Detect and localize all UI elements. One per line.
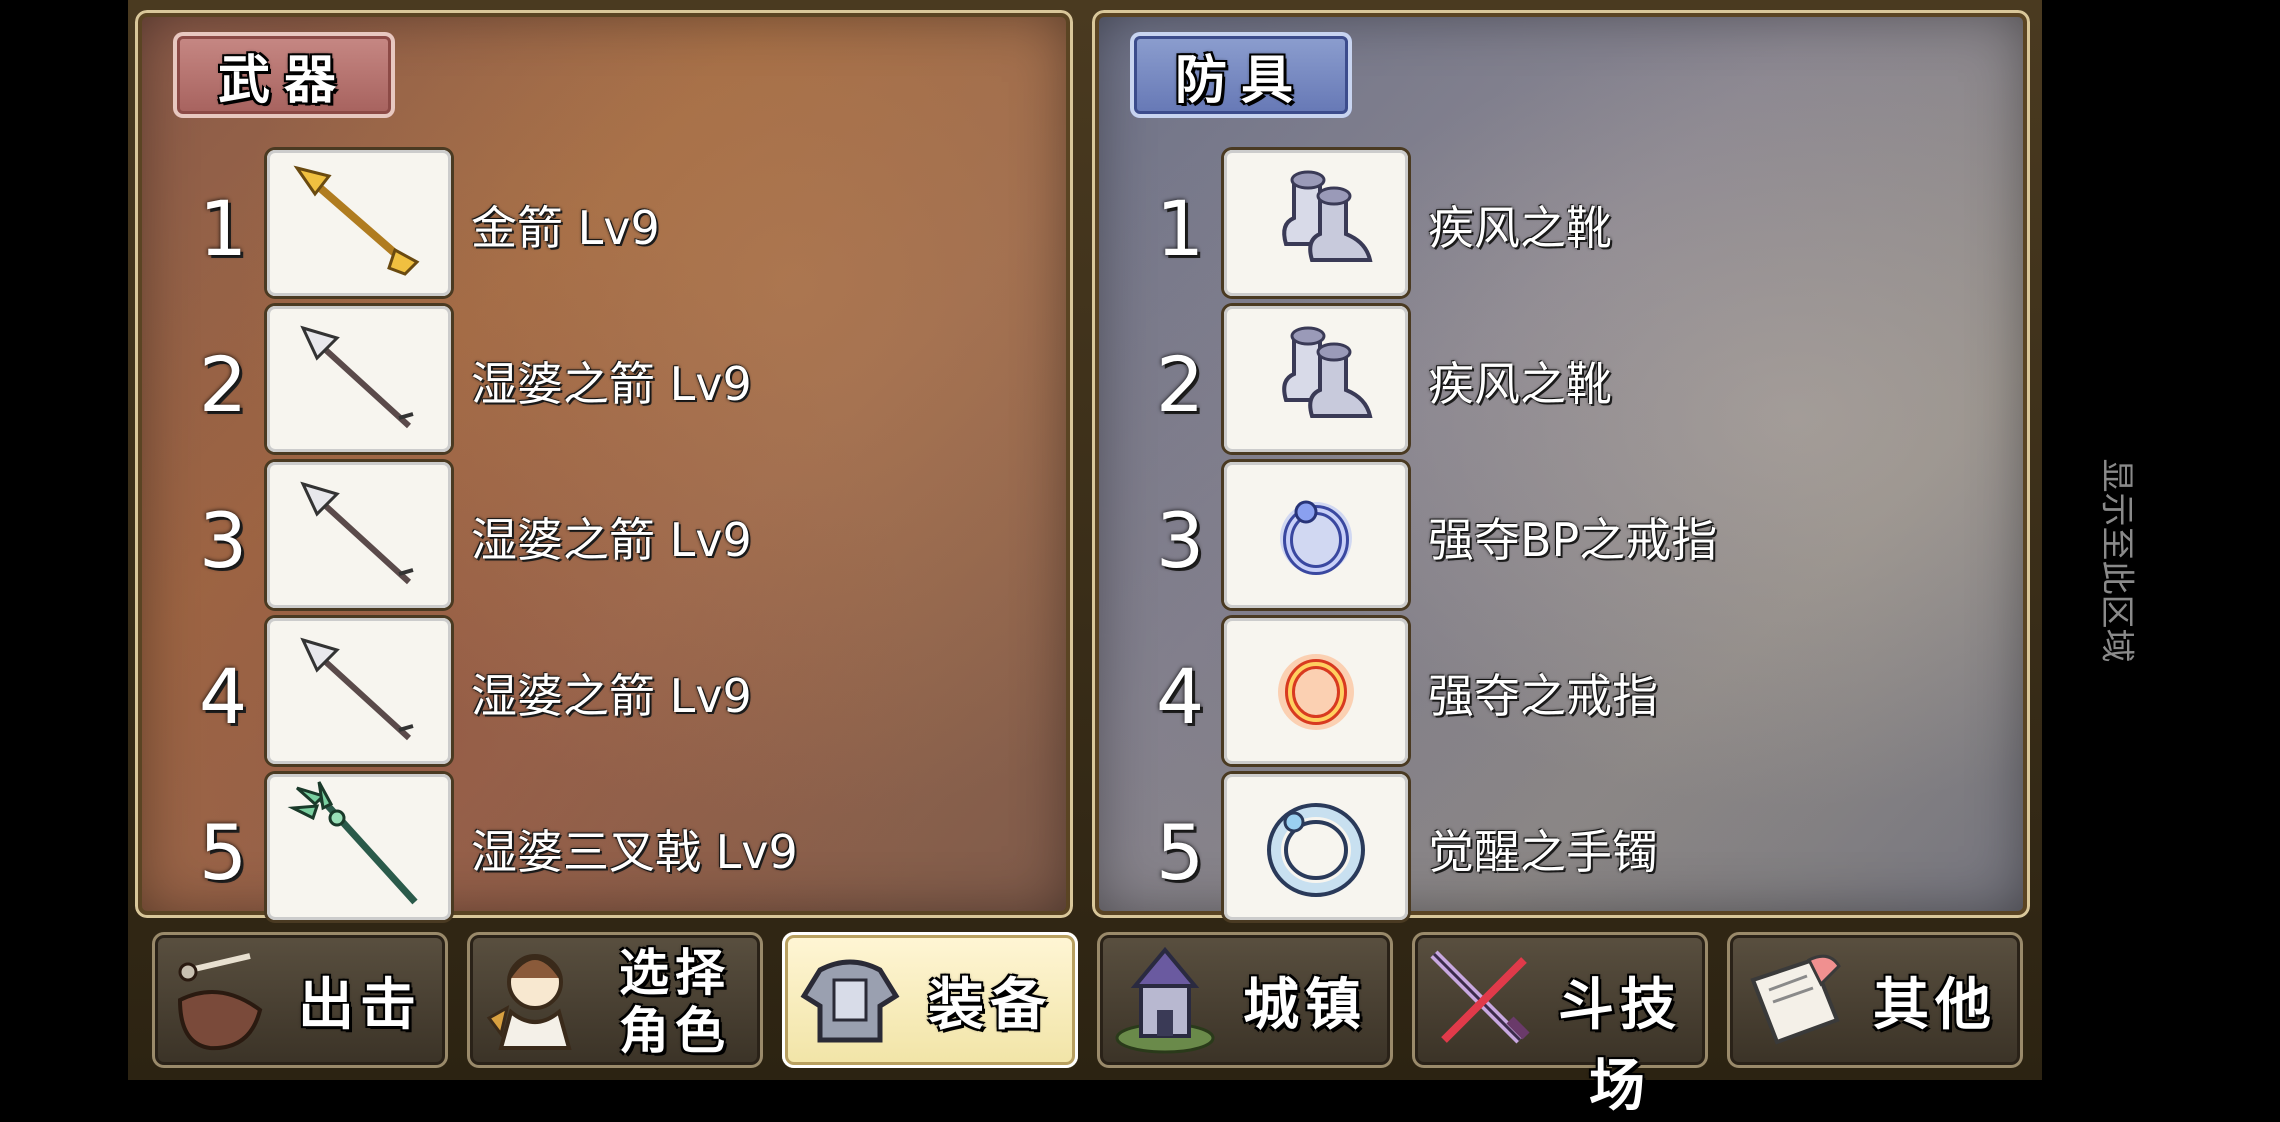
character-icon (486, 954, 572, 1050)
armor-panel: 防具 1 疾风之靴 2 疾风之靴 3 强夺BP之戒指 4 强夺之戒指 5 觉醒之… (1092, 10, 2030, 920)
weapon-row[interactable]: 5 湿婆三叉戟 Lv9 (135, 774, 1073, 924)
arrow-icon (300, 325, 414, 429)
town-label: 城镇 (1243, 973, 1367, 1038)
crossed-swords-icon (1430, 950, 1530, 1044)
armor-slot[interactable] (1224, 774, 1408, 920)
weapon-slot[interactable] (267, 618, 451, 764)
slot-number: 3 (1155, 496, 1205, 585)
weapon-row[interactable]: 2 湿婆之箭 Lv9 (135, 306, 1073, 456)
weapon-row[interactable]: 3 湿婆之箭 Lv9 (135, 462, 1073, 612)
scroll-icon (1750, 954, 1841, 1045)
bracelet-icon (1267, 803, 1365, 897)
armor-name: 觉醒之手镯 (1428, 825, 1658, 879)
slot-number: 4 (198, 652, 248, 741)
sortie-label: 出击 (298, 973, 422, 1038)
armor-icon (800, 959, 900, 1043)
equipment-label: 装备 (928, 973, 1052, 1038)
equipment-button[interactable]: 装备 (782, 932, 1078, 1068)
castle-icon (1115, 946, 1215, 1054)
other-label: 其他 (1873, 973, 1997, 1038)
slot-number: 4 (1155, 652, 1205, 741)
weapon-row[interactable]: 1 金箭 Lv9 (135, 150, 1073, 300)
weapon-name: 湿婆三叉戟 Lv9 (471, 825, 798, 879)
display-area-hint: 显示至此区域 (2096, 410, 2142, 710)
slot-number: 1 (1155, 184, 1205, 273)
bag-icon (177, 953, 263, 1051)
slot-number: 2 (1155, 340, 1205, 429)
armor-slot[interactable] (1224, 462, 1408, 608)
weapon-slot[interactable] (267, 462, 451, 608)
weapons-panel: 武器 1 金箭 Lv9 2 湿婆之箭 Lv9 3 湿婆之箭 Lv9 4 湿婆之箭… (135, 10, 1073, 920)
sortie-button[interactable]: 出击 (152, 932, 448, 1068)
armor-name: 疾风之靴 (1428, 201, 1612, 255)
slot-number: 3 (198, 496, 248, 585)
trident-icon (287, 781, 418, 905)
select-character-button[interactable]: 选择 角色 (467, 932, 763, 1068)
weapon-slot[interactable] (267, 306, 451, 452)
blue-ring-icon (1280, 500, 1352, 575)
arrow-icon (300, 481, 414, 585)
armor-name: 强夺之戒指 (1428, 669, 1658, 723)
slot-number: 1 (198, 184, 248, 273)
armor-row[interactable]: 1 疾风之靴 (1092, 150, 2030, 300)
bottom-menu: 出击 选择 角色 装备 城镇 斗技场 其他 (142, 928, 2030, 1119)
weapons-tab-label: 武器 (173, 32, 395, 118)
boots-icon (1282, 326, 1373, 418)
armor-row[interactable]: 4 强夺之戒指 (1092, 618, 2030, 768)
armor-slot[interactable] (1224, 306, 1408, 452)
weapon-name: 湿婆之箭 Lv9 (471, 669, 752, 723)
weapon-name: 湿婆之箭 Lv9 (471, 357, 752, 411)
weapon-row[interactable]: 4 湿婆之箭 Lv9 (135, 618, 1073, 768)
town-button[interactable]: 城镇 (1097, 932, 1393, 1068)
arrow-icon (300, 637, 414, 741)
slot-number: 5 (1155, 808, 1205, 897)
armor-slot[interactable] (1224, 618, 1408, 764)
weapon-name: 金箭 Lv9 (471, 201, 660, 255)
armor-name: 强夺BP之戒指 (1428, 513, 1718, 567)
boots-icon (1282, 170, 1373, 262)
gold-arrow-icon (293, 165, 420, 276)
red-ring-icon (1278, 654, 1354, 730)
armor-row[interactable]: 3 强夺BP之戒指 (1092, 462, 2030, 612)
armor-tab-label: 防具 (1130, 32, 1352, 118)
arena-button[interactable]: 斗技场 (1412, 932, 1708, 1119)
select-character-label-line1: 选择 (619, 944, 731, 1002)
armor-slot[interactable] (1224, 150, 1408, 296)
weapon-name: 湿婆之箭 Lv9 (471, 513, 752, 567)
arena-label: 斗技场 (1558, 973, 1682, 1119)
select-character-label-line2: 角色 (619, 1002, 731, 1060)
weapon-slot[interactable] (267, 150, 451, 296)
weapon-slot[interactable] (267, 774, 451, 920)
armor-name: 疾风之靴 (1428, 357, 1612, 411)
armor-row[interactable]: 5 觉醒之手镯 (1092, 774, 2030, 924)
display-area-hint-text: 显示至此区域 (2096, 458, 2137, 662)
other-button[interactable]: 其他 (1727, 932, 2023, 1068)
armor-row[interactable]: 2 疾风之靴 (1092, 306, 2030, 456)
select-character-label: 选择 角色 (595, 944, 755, 1060)
slot-number: 5 (198, 808, 248, 897)
slot-number: 2 (198, 340, 248, 429)
